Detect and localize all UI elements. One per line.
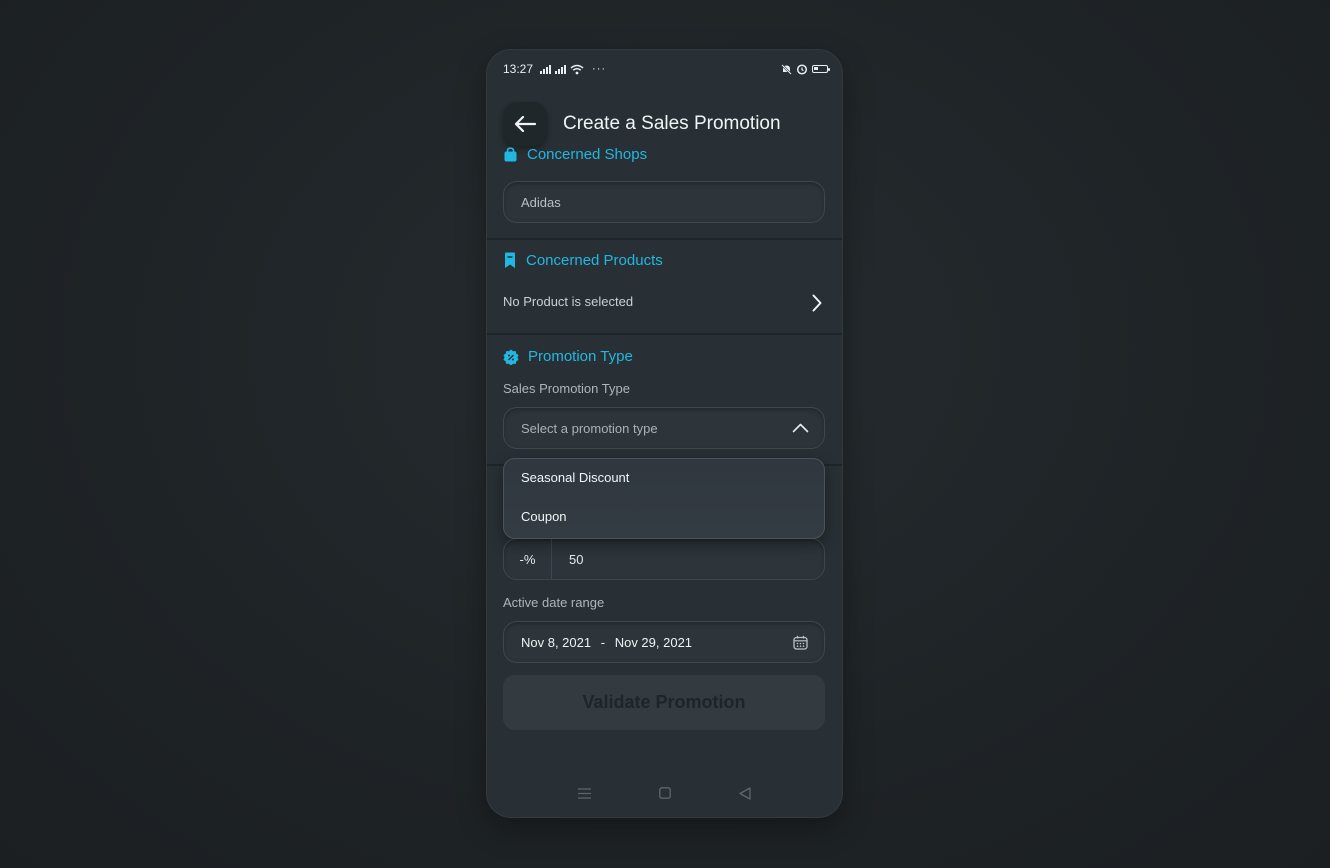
system-nav-bar bbox=[487, 783, 842, 803]
discount-badge-icon bbox=[503, 349, 519, 365]
status-time: 13:27 bbox=[503, 62, 534, 76]
promotion-type-select[interactable]: Select a promotion type bbox=[503, 407, 825, 449]
status-bar: 13:27 ··· bbox=[503, 61, 830, 77]
divider bbox=[487, 238, 842, 240]
bookmark-icon bbox=[505, 252, 515, 268]
back-button[interactable] bbox=[503, 102, 547, 146]
concerned-products-heading: Concerned Products bbox=[503, 252, 663, 269]
validate-promotion-button[interactable]: Validate Promotion bbox=[503, 675, 825, 730]
date-range-field[interactable]: Nov 8, 2021 - Nov 29, 2021 bbox=[503, 621, 825, 663]
promotion-type-label: Sales Promotion Type bbox=[503, 381, 630, 396]
shop-field-value: Adidas bbox=[521, 194, 561, 210]
calendar-icon[interactable] bbox=[793, 635, 808, 650]
signal-icon bbox=[555, 64, 567, 74]
back-nav-icon[interactable] bbox=[739, 786, 751, 800]
promotion-type-placeholder: Select a promotion type bbox=[521, 420, 658, 436]
arrow-left-icon bbox=[514, 115, 537, 133]
divider bbox=[487, 333, 842, 335]
home-icon[interactable] bbox=[659, 787, 671, 799]
start-date: Nov 8, 2021 bbox=[521, 634, 592, 650]
signal-icon bbox=[540, 64, 552, 74]
wifi-icon bbox=[570, 64, 584, 74]
battery-icon bbox=[812, 65, 830, 73]
menu-icon[interactable] bbox=[578, 787, 591, 799]
backdrop: 13:27 ··· Create a Sales Promotion Conce… bbox=[0, 0, 1330, 868]
phone-screen: 13:27 ··· Create a Sales Promotion Conce… bbox=[487, 50, 842, 817]
chevron-right-icon[interactable] bbox=[812, 294, 822, 312]
promotion-type-dropdown: Seasonal Discount Coupon bbox=[503, 458, 825, 539]
date-separator: - bbox=[600, 634, 606, 650]
option-seasonal-discount[interactable]: Seasonal Discount bbox=[521, 470, 629, 485]
discount-field[interactable]: -% 50 bbox=[503, 538, 825, 580]
alarm-icon bbox=[796, 64, 808, 75]
chevron-up-icon bbox=[792, 423, 809, 433]
option-coupon[interactable]: Coupon bbox=[521, 509, 567, 524]
date-range-label: Active date range bbox=[503, 595, 605, 610]
shop-field[interactable]: Adidas bbox=[503, 181, 825, 223]
concerned-shops-heading: Concerned Shops bbox=[503, 146, 647, 163]
percent-prefix: -% bbox=[504, 539, 552, 579]
bell-mute-icon bbox=[781, 63, 792, 75]
shopping-bag-icon bbox=[504, 147, 517, 162]
more-icon: ··· bbox=[592, 63, 607, 75]
product-selection-status: No Product is selected bbox=[503, 294, 634, 309]
end-date: Nov 29, 2021 bbox=[614, 634, 693, 650]
discount-value: 50 bbox=[569, 551, 584, 567]
header: Create a Sales Promotion bbox=[503, 102, 781, 146]
page-title: Create a Sales Promotion bbox=[563, 113, 781, 134]
promotion-type-heading: Promotion Type bbox=[503, 348, 633, 365]
